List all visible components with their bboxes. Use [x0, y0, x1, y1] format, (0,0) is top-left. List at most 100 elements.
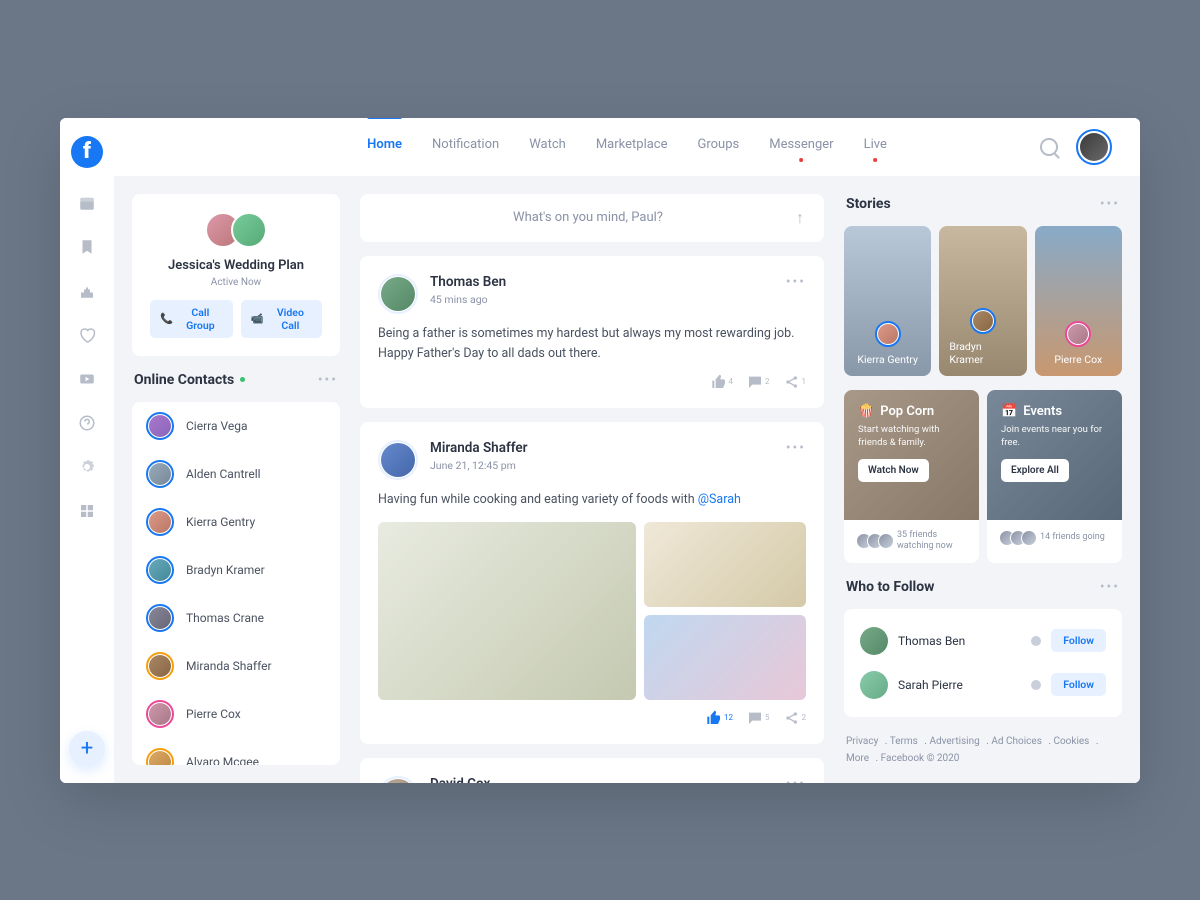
follow-avatar[interactable]: [860, 627, 888, 655]
grid-icon[interactable]: [78, 502, 96, 520]
nav-marketplace[interactable]: Marketplace: [596, 137, 668, 156]
story-card[interactable]: Kierra Gentry: [844, 226, 931, 376]
promo-card-events: 📅Events Join events near you for free. E…: [987, 390, 1122, 563]
nav-groups[interactable]: Groups: [698, 137, 740, 156]
nav-live[interactable]: Live: [864, 137, 887, 156]
search-icon[interactable]: [1040, 138, 1058, 156]
online-contacts-title: Online Contacts: [134, 372, 234, 388]
calendar-icon: 📅: [1001, 404, 1017, 419]
follow-row: Sarah Pierre Follow: [854, 663, 1112, 707]
like-button[interactable]: 12: [706, 710, 733, 726]
promo-row: 🍿Pop Corn Start watching with friends & …: [844, 390, 1122, 563]
follow-button[interactable]: Follow: [1051, 673, 1106, 696]
post: Miranda Shaffer June 21, 12:45 pm ••• Ha…: [360, 422, 824, 744]
footer-link[interactable]: Cookies: [1053, 736, 1089, 747]
follow-button[interactable]: Follow: [1051, 629, 1106, 652]
post-avatar[interactable]: [378, 440, 418, 480]
story-card[interactable]: Pierre Cox: [1035, 226, 1122, 376]
post-time: June 21, 12:45 pm: [430, 459, 774, 472]
post-image[interactable]: [378, 522, 636, 700]
composer-placeholder: What's on you mind, Paul?: [380, 210, 796, 225]
popcorn-icon: 🍿: [858, 404, 874, 419]
watch-now-button[interactable]: Watch Now: [858, 459, 929, 482]
footer-link[interactable]: Terms: [890, 736, 918, 747]
post-image[interactable]: [644, 615, 806, 700]
promo-foot-text: 14 friends going: [1040, 532, 1105, 544]
contact-item[interactable]: Kierra Gentry: [132, 498, 340, 546]
profile-avatar[interactable]: [1076, 129, 1112, 165]
facebook-logo[interactable]: f: [71, 136, 103, 168]
contacts-menu-button[interactable]: •••: [318, 372, 338, 388]
main-body: Home Notification Watch Marketplace Grou…: [114, 118, 1140, 783]
follow-row: Thomas Ben Follow: [854, 619, 1112, 663]
stories-title: Stories: [846, 196, 891, 212]
comment-button[interactable]: 2: [747, 374, 770, 390]
follow-name[interactable]: Thomas Ben: [898, 634, 1021, 648]
verified-icon: [1031, 680, 1041, 690]
story-card[interactable]: Bradyn Kramer: [939, 226, 1026, 376]
nav-rail: f +: [60, 118, 114, 783]
camera-icon: 📹: [251, 312, 264, 325]
post-avatar[interactable]: [378, 776, 418, 783]
post-images: [378, 522, 806, 700]
group-title: Jessica's Wedding Plan: [150, 258, 322, 273]
contact-item[interactable]: Bradyn Kramer: [132, 546, 340, 594]
footer-copyright: Facebook © 2020: [881, 753, 960, 764]
contact-item[interactable]: Pierre Cox: [132, 690, 340, 738]
post-author[interactable]: Miranda Shaffer: [430, 440, 774, 456]
share-button[interactable]: 2: [784, 710, 807, 726]
nav-messenger[interactable]: Messenger: [769, 137, 833, 156]
follow-name[interactable]: Sarah Pierre: [898, 678, 1021, 692]
heart-icon[interactable]: [78, 326, 96, 344]
post-menu-button[interactable]: •••: [786, 440, 806, 456]
post-author[interactable]: David Cox: [430, 776, 774, 783]
promo-foot-text: 35 friends watching now: [897, 530, 967, 553]
bookmark-icon[interactable]: [78, 238, 96, 256]
birthday-icon[interactable]: [78, 282, 96, 300]
group-status: Active Now: [150, 277, 322, 288]
help-icon[interactable]: [78, 414, 96, 432]
who-to-follow-title: Who to Follow: [846, 579, 934, 595]
mention-link[interactable]: @Sarah: [698, 492, 741, 507]
contact-item[interactable]: Alden Cantrell: [132, 450, 340, 498]
footer-link[interactable]: More: [846, 753, 869, 764]
promo-subtitle: Join events near you for free.: [1001, 423, 1108, 450]
contact-item[interactable]: Alvaro Mcgee: [132, 738, 340, 765]
contact-item[interactable]: Miranda Shaffer: [132, 642, 340, 690]
footer-link[interactable]: Ad Choices: [991, 736, 1042, 747]
explore-all-button[interactable]: Explore All: [1001, 459, 1069, 482]
footer-link[interactable]: Advertising: [929, 736, 979, 747]
post: Thomas Ben 45 mins ago ••• Being a fathe…: [360, 256, 824, 408]
video-icon[interactable]: [78, 370, 96, 388]
post-body: Being a father is sometimes my hardest b…: [378, 324, 806, 364]
gear-icon[interactable]: [78, 458, 96, 476]
contact-item[interactable]: Thomas Crane: [132, 594, 340, 642]
app-window: f + Home Notification Watch Marketplace …: [60, 118, 1140, 783]
nav-notification[interactable]: Notification: [432, 137, 499, 156]
calendar-icon[interactable]: [78, 194, 96, 212]
post-menu-button[interactable]: •••: [786, 274, 806, 290]
nav-home[interactable]: Home: [367, 137, 402, 156]
like-button[interactable]: 4: [711, 374, 734, 390]
follow-avatar[interactable]: [860, 671, 888, 699]
nav-watch[interactable]: Watch: [529, 137, 566, 156]
add-button[interactable]: +: [69, 731, 105, 767]
post-author[interactable]: Thomas Ben: [430, 274, 774, 290]
comment-button[interactable]: 5: [747, 710, 770, 726]
group-chat-card: Jessica's Wedding Plan Active Now 📞Call …: [132, 194, 340, 356]
share-button[interactable]: 1: [784, 374, 807, 390]
promo-subtitle: Start watching with friends & family.: [858, 423, 965, 450]
post: David Cox •••: [360, 758, 824, 783]
post-avatar[interactable]: [378, 274, 418, 314]
video-call-button[interactable]: 📹Video Call: [241, 300, 322, 338]
post-menu-button[interactable]: •••: [786, 776, 806, 783]
promo-card-watch: 🍿Pop Corn Start watching with friends & …: [844, 390, 979, 563]
upload-icon[interactable]: ↑: [796, 208, 804, 228]
stories-menu-button[interactable]: •••: [1100, 196, 1120, 212]
composer[interactable]: What's on you mind, Paul? ↑: [360, 194, 824, 242]
call-group-button[interactable]: 📞Call Group: [150, 300, 233, 338]
contact-item[interactable]: Cierra Vega: [132, 402, 340, 450]
footer-link[interactable]: Privacy: [846, 736, 878, 747]
follow-menu-button[interactable]: •••: [1100, 579, 1120, 595]
post-image[interactable]: [644, 522, 806, 607]
